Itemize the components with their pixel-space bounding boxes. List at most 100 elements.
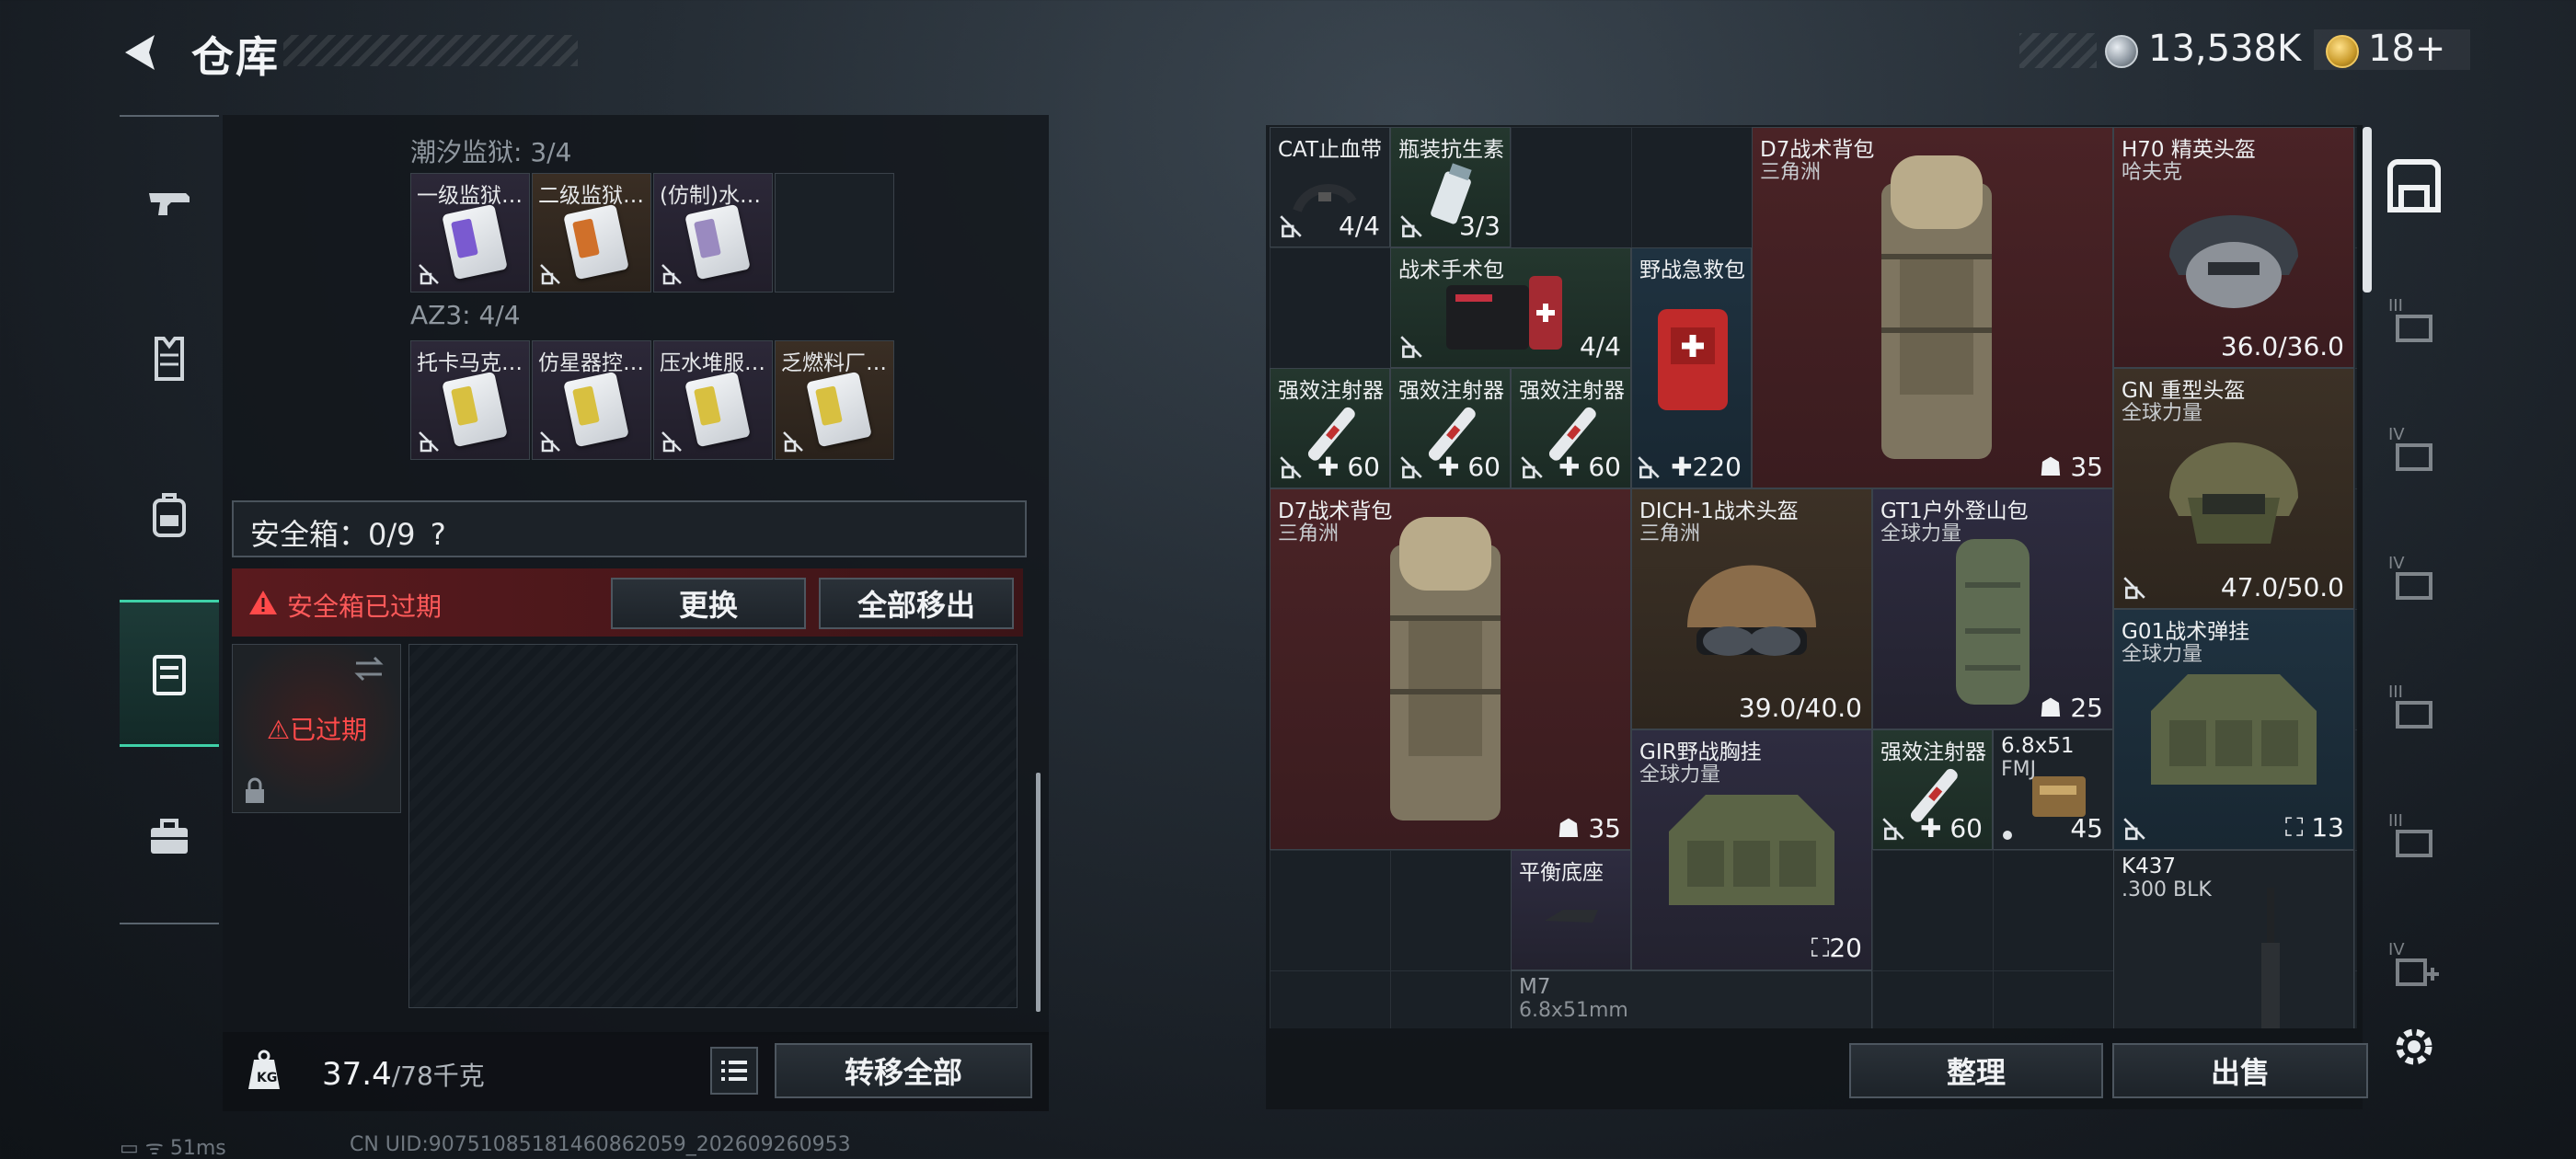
unbound-icon — [419, 431, 439, 453]
heal-amount: 60 — [1588, 452, 1621, 482]
item-ammo[interactable]: 6.8x51 FMJ 45 — [1993, 729, 2113, 850]
key-card-slot[interactable]: (仿制)水… — [653, 173, 773, 293]
item-injector[interactable]: 强效注射器 ✚ 60 — [1270, 368, 1390, 488]
nav-backpack[interactable] — [120, 442, 219, 589]
unbound-icon — [419, 264, 439, 285]
key-card-slot[interactable]: 乏燃料厂… — [775, 340, 894, 460]
tier-iv-icon[interactable]: IV — [2385, 418, 2444, 476]
gear-icon[interactable] — [2388, 1021, 2440, 1073]
list-view-button[interactable] — [710, 1047, 758, 1095]
helmet-icon — [2169, 215, 2298, 308]
item-name: 平衡底座 — [1519, 861, 1604, 885]
tier-iv-icon[interactable]: IV — [2385, 546, 2444, 605]
tier-iii-icon[interactable]: III — [2385, 675, 2444, 734]
sell-button[interactable]: 出售 — [2112, 1043, 2368, 1098]
item-injector[interactable]: 强效注射器 ✚ 60 — [1390, 368, 1511, 488]
item-gir-rig[interactable]: GIR野战胸挂 全球力量 ⛶20 — [1631, 729, 1872, 970]
move-all-out-button[interactable]: 全部移出 — [819, 578, 1014, 629]
page-title: 仓库 — [191, 32, 280, 82]
empty-slot[interactable] — [775, 173, 894, 293]
nav-safebox[interactable] — [120, 600, 219, 747]
item-d7-backpack[interactable]: D7战术背包 三角洲 ☗ 35 — [1270, 488, 1631, 850]
unbound-icon — [1280, 456, 1302, 479]
item-d7-backpack[interactable]: D7战术背包 三角洲 ☗ 35 — [1752, 127, 2113, 488]
helmet-icon — [1687, 565, 1816, 656]
help-icon[interactable]: ? — [431, 517, 446, 552]
item-name: 野战急救包 — [1639, 258, 1745, 282]
item-qty: ⛶20 — [1811, 933, 1862, 963]
svg-text:IV: IV — [2388, 940, 2405, 959]
tier-iii-icon[interactable]: III — [2385, 804, 2444, 863]
section-az3-label: AZ3: 4/4 — [410, 300, 521, 330]
back-icon[interactable] — [118, 29, 164, 75]
item-caliber: .300 BLK — [2122, 878, 2212, 901]
sort-button[interactable]: 整理 — [1849, 1043, 2103, 1098]
item-h70-helmet[interactable]: H70 精英头盔 哈夫克 36.0/36.0 — [2113, 127, 2354, 368]
svg-text:IV: IV — [2388, 425, 2405, 444]
slot-label: 乏燃料厂… — [781, 351, 887, 375]
key-card-slot[interactable]: 托卡马克… — [410, 340, 530, 460]
item-injector[interactable]: 强效注射器 ✚ 60 — [1511, 368, 1631, 488]
item-qty: ✚ 60 — [1317, 452, 1380, 482]
key-card-slot[interactable]: 一级监狱… — [410, 173, 530, 293]
weight-icon: KG — [248, 1050, 280, 1089]
capacity: 20 — [1829, 933, 1862, 963]
pistol-icon — [149, 193, 190, 215]
item-qty: ✚ 60 — [1437, 452, 1501, 482]
left-scrollbar[interactable] — [1036, 773, 1041, 1012]
ping-text: 51ms — [169, 1137, 226, 1159]
briefcase-icon — [151, 819, 188, 854]
stash-icon[interactable] — [2383, 156, 2445, 219]
item-surgery-kit[interactable]: 战术手术包 4/4 — [1390, 247, 1631, 368]
helmet-icon — [2169, 442, 2298, 544]
item-m7[interactable]: M7 6.8x51mm — [1511, 970, 1872, 1028]
safebox-count: 安全箱：0/9 — [250, 517, 416, 552]
item-durability: 36.0/36.0 — [2220, 331, 2344, 361]
safebox-grid[interactable] — [408, 644, 1018, 1008]
slot-label: 压水堆服… — [660, 351, 765, 375]
tier-iv-add-icon[interactable]: IV — [2385, 933, 2444, 992]
item-qty: 4/4 — [1579, 331, 1621, 361]
unbound-icon — [540, 431, 560, 453]
nav-weapon[interactable] — [120, 129, 219, 276]
item-first-aid[interactable]: 野战急救包 ✚220 — [1631, 247, 1752, 488]
transfer-all-button[interactable]: 转移全部 — [775, 1043, 1032, 1098]
nav-briefcase[interactable] — [120, 763, 219, 911]
ticket-count: 18+ — [2368, 28, 2446, 70]
heal-amount: 60 — [1347, 452, 1380, 482]
key-card-slot[interactable]: 压水堆服… — [653, 340, 773, 460]
item-name: 强效注射器 — [1519, 379, 1625, 403]
right-scrollbar[interactable] — [2363, 127, 2372, 293]
tier-iii-icon[interactable]: III — [2385, 289, 2444, 348]
item-qty: 4/4 — [1338, 211, 1380, 241]
item-gn-helmet[interactable]: GN 重型头盔 全球力量 47.0/50.0 — [2113, 368, 2354, 609]
key-card-slot[interactable]: 仿星器控… — [532, 340, 651, 460]
vest-icon — [155, 337, 184, 381]
item-name: 强效注射器 — [1398, 379, 1504, 403]
item-qty: 45 — [2070, 813, 2103, 843]
svg-text:IV: IV — [2388, 554, 2405, 573]
unbound-icon — [1400, 215, 1422, 238]
replace-button[interactable]: 更换 — [611, 578, 806, 629]
item-g01-rig[interactable]: G01战术弹挂 全球力量 ⛶ 13 — [2113, 609, 2354, 850]
swap-icon — [354, 656, 384, 682]
svg-text:III: III — [2388, 296, 2403, 316]
item-name: 强效注射器 — [1880, 740, 1986, 764]
item-k437[interactable]: K437 .300 BLK — [2113, 850, 2354, 1028]
item-injector[interactable]: 强效注射器 ✚ 60 — [1872, 729, 1993, 850]
heal-amount: 60 — [1949, 813, 1983, 843]
item-antibiotic[interactable]: 瓶装抗生素 3/3 — [1390, 127, 1511, 247]
key-card-slot[interactable]: 二级监狱… — [532, 173, 651, 293]
unbound-icon — [1400, 336, 1422, 359]
item-tourniquet[interactable]: CAT止血带 4/4 — [1270, 127, 1390, 247]
item-name: 6.8x51 — [2001, 734, 2075, 758]
unbound-icon — [1638, 456, 1660, 479]
item-name: K437 — [2122, 855, 2176, 878]
item-dich-helmet[interactable]: DICH-1战术头盔 三角洲 39.0/40.0 — [1631, 488, 1872, 729]
nav-armor[interactable] — [120, 285, 219, 432]
item-gt1-backpack[interactable]: GT1户外登山包 全球力量 ☗ 25 — [1872, 488, 2113, 729]
weight-readout: 37.4/78千克 — [322, 1056, 485, 1093]
item-bipod[interactable]: 平衡底座 — [1511, 850, 1631, 970]
slot-label: (仿制)水… — [660, 184, 761, 208]
unbound-icon — [540, 264, 560, 285]
